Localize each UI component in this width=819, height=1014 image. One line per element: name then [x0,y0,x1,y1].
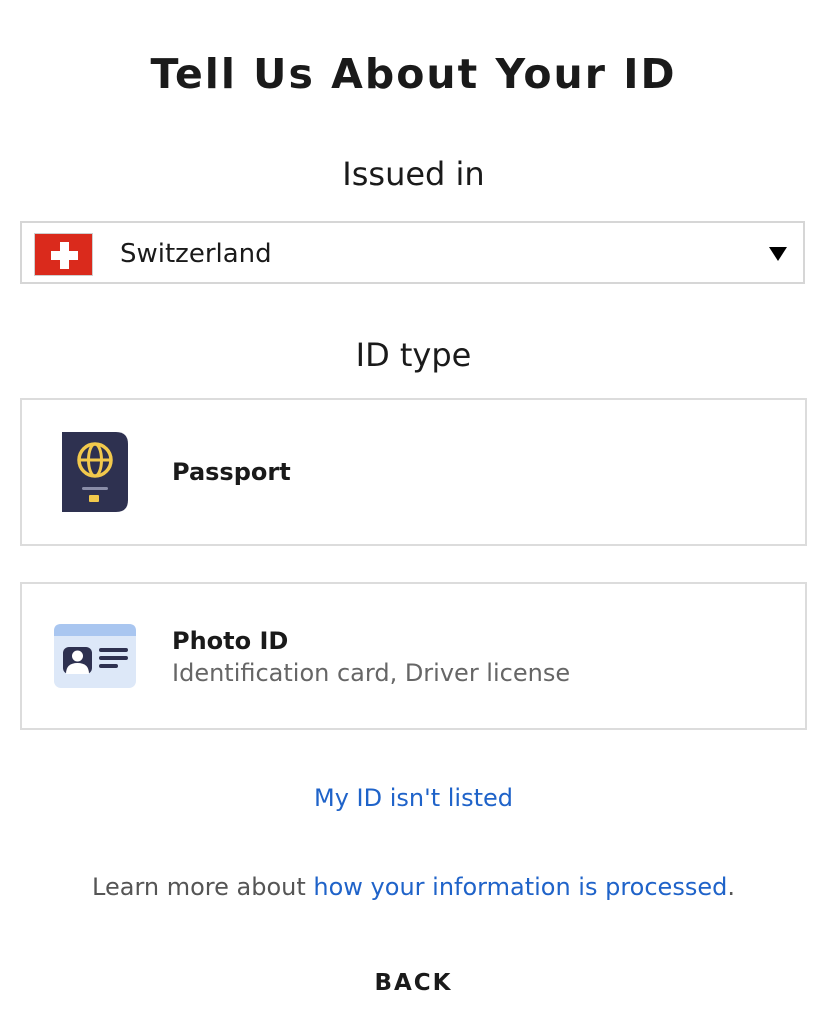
learn-more-text: Learn more about how your information is… [0,873,819,901]
issued-in-label: Issued in [342,155,485,193]
photo-id-card-icon [54,624,136,688]
learn-more-prefix: Learn more about [92,873,314,901]
page-title: Tell Us About Your ID [150,50,677,98]
id-type-label: ID type [355,336,472,374]
information-processing-link[interactable]: how your information is processed [313,873,727,901]
passport-option-title: Passport [172,458,291,486]
photo-id-option[interactable]: Photo ID Identification card, Driver lic… [20,582,807,730]
photo-id-option-title: Photo ID [172,627,289,655]
id-not-listed-link[interactable]: My ID isn't listed [0,784,819,812]
passport-option[interactable]: Passport [20,398,807,546]
selected-country: Switzerland [120,239,272,269]
passport-icon [62,432,128,512]
back-button[interactable]: BACK [0,970,819,996]
caret-down-icon [769,247,787,261]
swiss-flag-icon [34,233,93,276]
country-select[interactable]: Switzerland [20,221,805,284]
photo-id-option-subtitle: Identification card, Driver license [172,659,571,687]
learn-more-suffix: . [727,873,735,901]
